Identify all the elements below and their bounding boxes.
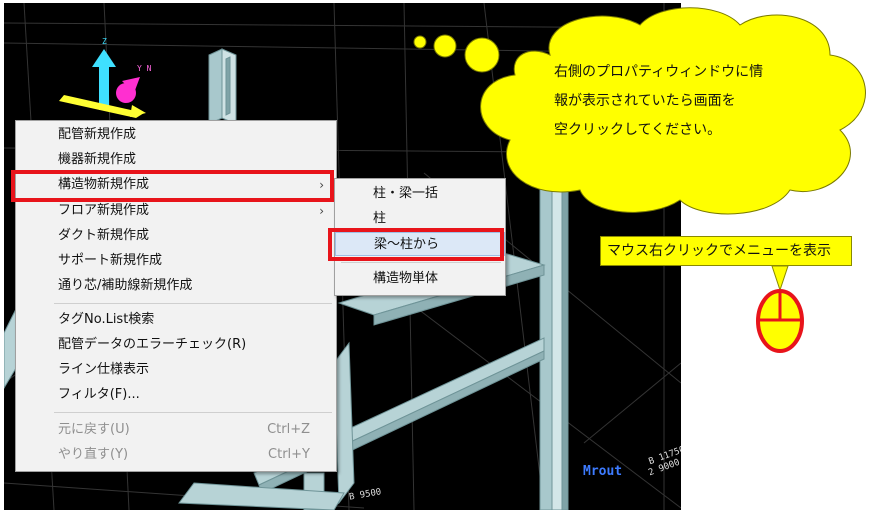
- menu-item-undo[interactable]: 元に戻す(U) Ctrl+Z: [16, 418, 336, 442]
- bubble-text-line-1: 右側のプロパティウィンドウに情: [554, 64, 764, 80]
- axis-gizmo-icon: [59, 49, 146, 118]
- menu-item-label: 配管新規作成: [58, 127, 137, 142]
- menu-item-error-check[interactable]: 配管データのエラーチェック(R): [16, 333, 336, 357]
- mrout-label: Mrout: [583, 464, 623, 479]
- menu-item-label: 配管データのエラーチェック(R): [58, 337, 247, 352]
- menu-item-label: サポート新規作成: [58, 253, 163, 268]
- menu-item-label: ライン仕様表示: [58, 362, 150, 377]
- submenu-item-structure-single[interactable]: 構造物単体: [335, 267, 505, 291]
- menu-separator: [341, 262, 501, 263]
- menu-item-label: フロア新規作成: [58, 203, 150, 218]
- right-click-callout: マウス右クリックでメニューを表示: [600, 236, 852, 266]
- menu-separator: [54, 303, 332, 304]
- menu-item-label: 元に戻す(U): [58, 422, 130, 437]
- submenu-item-label: 柱: [373, 211, 387, 226]
- menu-item-new-piping[interactable]: 配管新規作成: [16, 123, 336, 147]
- menu-item-new-equipment[interactable]: 機器新規作成: [16, 148, 336, 172]
- submenu-arrow-icon: ›: [319, 204, 324, 218]
- menu-item-tag-search[interactable]: タグNo.List検索: [16, 308, 336, 332]
- shortcut-label: Ctrl+Z: [267, 422, 310, 437]
- menu-item-label: ダクト新規作成: [58, 228, 150, 243]
- highlight-structure-item: [11, 170, 334, 202]
- callout-label: マウス右クリックでメニューを表示: [607, 243, 831, 259]
- axis-y-label: Y N: [137, 64, 152, 73]
- menu-item-new-duct[interactable]: ダクト新規作成: [16, 224, 336, 248]
- bubble-text-line-2: 報が表示されていたら画面を: [554, 93, 736, 109]
- menu-item-redo[interactable]: やり直す(Y) Ctrl+Y: [16, 443, 336, 467]
- menu-separator: [54, 412, 332, 413]
- menu-item-line-spec[interactable]: ライン仕様表示: [16, 358, 336, 382]
- bubble-text-line-3: 空クリックしてください。: [554, 122, 722, 138]
- menu-item-label: フィルタ(F)...: [58, 387, 140, 402]
- axis-z-label: Z: [102, 37, 107, 46]
- menu-item-new-support[interactable]: サポート新規作成: [16, 249, 336, 273]
- menu-item-filter[interactable]: フィルタ(F)...: [16, 383, 336, 407]
- menu-item-label: タグNo.List検索: [58, 312, 155, 327]
- menu-item-label: 機器新規作成: [58, 152, 137, 167]
- menu-item-label: 通り芯/補助線新規作成: [58, 278, 193, 293]
- menu-item-label: やり直す(Y): [58, 447, 129, 462]
- steel-column-top: [208, 48, 237, 125]
- menu-item-new-gridline[interactable]: 通り芯/補助線新規作成: [16, 274, 336, 298]
- mouse-right-click-icon: [756, 266, 804, 353]
- menu-item-new-floor[interactable]: フロア新規作成 ›: [16, 199, 336, 223]
- submenu-item-label: 構造物単体: [373, 271, 439, 286]
- shortcut-label: Ctrl+Y: [268, 447, 310, 462]
